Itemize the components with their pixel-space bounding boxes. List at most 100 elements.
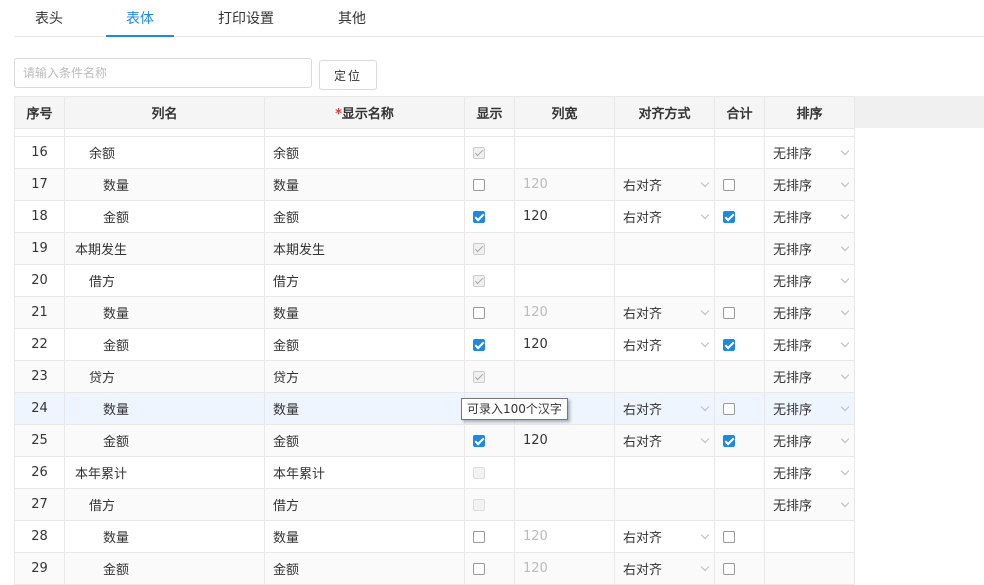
col-name-cell: 金额 xyxy=(64,328,265,361)
sort-select[interactable]: 无排序 xyxy=(764,232,855,265)
display-name-cell[interactable]: 金额 xyxy=(264,328,465,361)
search-input[interactable] xyxy=(14,58,312,88)
show-cell xyxy=(464,168,515,201)
show-cell xyxy=(464,488,515,521)
sort-select[interactable]: 无排序 xyxy=(764,264,855,297)
show-cell xyxy=(464,424,515,457)
sum-cell xyxy=(714,392,765,425)
show-checkbox[interactable] xyxy=(473,562,485,575)
width-cell[interactable]: 120 xyxy=(514,296,615,329)
display-name-cell[interactable]: 借方 xyxy=(264,488,465,521)
align-value: 右对齐 xyxy=(623,531,663,546)
sum-checkbox[interactable] xyxy=(723,402,735,415)
show-checkbox[interactable] xyxy=(473,178,485,191)
show-checkbox[interactable] xyxy=(473,530,485,543)
sum-cell xyxy=(714,200,765,233)
sum-checkbox[interactable] xyxy=(723,306,735,319)
col-name-cell: 余额 xyxy=(64,136,265,169)
display-name-cell[interactable]: 金额 xyxy=(264,200,465,233)
align-value: 右对齐 xyxy=(623,307,663,322)
tab-other[interactable]: 其他 xyxy=(336,0,368,36)
header-display-name-label: 显示名称 xyxy=(341,107,394,122)
width-cell[interactable]: 120 xyxy=(514,424,615,457)
sort-select[interactable]: 无排序 xyxy=(764,456,855,489)
header-display-name: *显示名称 xyxy=(264,96,465,129)
display-name-cell[interactable]: 数量 xyxy=(264,392,465,425)
chevron-down-icon xyxy=(700,178,710,188)
sum-checkbox[interactable] xyxy=(723,210,735,223)
sort-select[interactable]: 无排序 xyxy=(764,392,855,425)
display-name-cell[interactable]: 借方 xyxy=(264,264,465,297)
display-name-cell[interactable]: 数量 xyxy=(264,296,465,329)
sum-checkbox[interactable] xyxy=(723,562,735,575)
table-row: 21 数量 数量 120 右对齐 无排序 xyxy=(14,296,855,329)
show-checkbox[interactable] xyxy=(473,306,485,319)
display-name-cell[interactable]: 数量 xyxy=(264,520,465,553)
align-select[interactable]: 右对齐 xyxy=(614,424,715,457)
sum-checkbox[interactable] xyxy=(723,434,735,447)
sort-select[interactable]: 无排序 xyxy=(764,200,855,233)
width-cell[interactable]: 120 xyxy=(514,552,615,585)
sort-select[interactable]: 无排序 xyxy=(764,328,855,361)
width-cell[interactable] xyxy=(514,360,615,393)
tab-header[interactable]: 表头 xyxy=(32,0,66,36)
align-select[interactable]: 右对齐 xyxy=(614,520,715,553)
col-name-cell: 贷方 xyxy=(64,360,265,393)
width-cell[interactable] xyxy=(514,488,615,521)
sort-value: 无排序 xyxy=(773,179,813,194)
sum-cell xyxy=(714,488,765,521)
sort-select[interactable]: 无排序 xyxy=(764,168,855,201)
show-cell xyxy=(464,456,515,489)
chevron-down-icon xyxy=(700,562,710,572)
show-checkbox[interactable] xyxy=(473,210,485,223)
seq-cell: 27 xyxy=(14,488,65,521)
width-cell[interactable]: 120 xyxy=(514,168,615,201)
width-cell[interactable] xyxy=(514,232,615,265)
display-name-cell[interactable]: 贷方 xyxy=(264,360,465,393)
show-checkbox xyxy=(473,242,485,255)
width-cell[interactable]: 120 xyxy=(514,520,615,553)
align-cell xyxy=(614,264,715,297)
chevron-down-icon xyxy=(840,434,850,444)
width-cell[interactable] xyxy=(514,264,615,297)
align-select[interactable]: 右对齐 xyxy=(614,328,715,361)
sort-select[interactable]: 无排序 xyxy=(764,488,855,521)
locate-button[interactable]: 定位 xyxy=(319,60,377,90)
align-cell xyxy=(614,232,715,265)
sort-select[interactable]: 无排序 xyxy=(764,360,855,393)
tab-print-settings[interactable]: 打印设置 xyxy=(214,0,278,36)
required-mark: * xyxy=(335,107,342,122)
width-cell[interactable]: 120 xyxy=(514,328,615,361)
sort-select[interactable]: 无排序 xyxy=(764,296,855,329)
show-checkbox xyxy=(473,146,485,159)
sort-value: 无排序 xyxy=(773,435,813,450)
show-checkbox[interactable] xyxy=(473,434,485,447)
sort-select[interactable]: 无排序 xyxy=(764,136,855,169)
width-cell[interactable] xyxy=(514,136,615,169)
width-cell[interactable] xyxy=(514,456,615,489)
tab-body[interactable]: 表体 xyxy=(106,0,174,37)
align-select[interactable]: 右对齐 xyxy=(614,296,715,329)
sort-select[interactable]: 无排序 xyxy=(764,424,855,457)
display-name-cell[interactable]: 余额 xyxy=(264,136,465,169)
display-name-cell[interactable]: 金额 xyxy=(264,424,465,457)
align-select[interactable]: 右对齐 xyxy=(614,392,715,425)
sum-checkbox[interactable] xyxy=(723,178,735,191)
width-cell[interactable]: 120 xyxy=(514,200,615,233)
show-checkbox[interactable] xyxy=(473,338,485,351)
show-checkbox xyxy=(473,274,485,287)
display-name-cell[interactable]: 本年累计 xyxy=(264,456,465,489)
sort-value: 无排序 xyxy=(773,467,813,482)
seq-cell: 29 xyxy=(14,552,65,585)
display-name-cell[interactable]: 金额 xyxy=(264,552,465,585)
sum-checkbox[interactable] xyxy=(723,338,735,351)
align-select[interactable]: 右对齐 xyxy=(614,168,715,201)
display-name-cell[interactable]: 本期发生 xyxy=(264,232,465,265)
align-select[interactable]: 右对齐 xyxy=(614,200,715,233)
align-select[interactable]: 右对齐 xyxy=(614,552,715,585)
sum-cell xyxy=(714,264,765,297)
align-cell xyxy=(614,136,715,169)
sum-checkbox[interactable] xyxy=(723,530,735,543)
display-name-cell[interactable]: 数量 xyxy=(264,168,465,201)
sort-value: 无排序 xyxy=(773,371,813,386)
